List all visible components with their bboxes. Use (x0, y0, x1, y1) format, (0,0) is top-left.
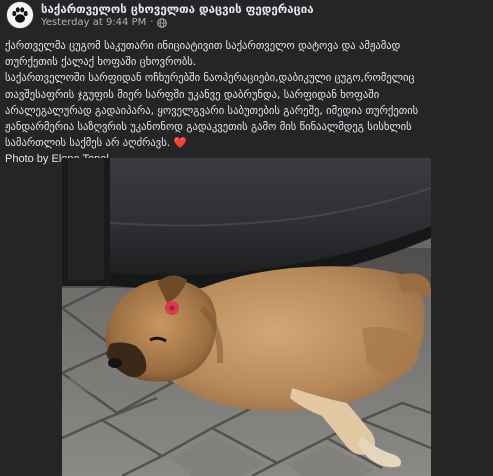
facebook-post: საქართველოს ცხოველთა დაცვის ფედერაცია Ye… (0, 0, 493, 476)
post-text-last-line: სამართლის საქმეს არ აღძრავს. ❤️ (5, 135, 489, 151)
page-name-link[interactable]: საქართველოს ცხოველთა დაცვის ფედერაცია (41, 2, 314, 16)
meta-separator: · (150, 17, 154, 28)
page-avatar[interactable] (6, 1, 34, 29)
post-meta: Yesterday at 9:44 PM · (41, 17, 168, 28)
post-text-line: თურქეთის ქალაქ ხოფაში ცხოვრობს. (5, 56, 197, 69)
post-text-line: ქართველმა ცუგომ საკუთარი ინიციატივით საქ… (5, 40, 401, 52)
post-text-line: თავშესაფრის ჯგუფის მიერ სარფში უკანვე და… (5, 88, 380, 101)
post-text-line: საქართველოში სარფიდან ოჩხურებში ნაოპერაც… (5, 72, 415, 85)
dog-under-car-photo (62, 158, 431, 476)
post-text-line: ჟანდარმერია საზღვრის უკანონოდ გადაკვეთის… (5, 121, 412, 134)
post-timestamp[interactable]: Yesterday at 9:44 PM (41, 17, 146, 28)
post-text-line: არალეგალურად გადაიპარა, ყოველგვარი საბუთ… (5, 104, 419, 117)
post-photo[interactable] (62, 158, 431, 476)
heart-emoji-icon: ❤️ (173, 137, 187, 150)
globe-icon[interactable] (157, 17, 168, 28)
post-message: ქართველმა ცუგომ საკუთარი ინიციატივით საქ… (5, 38, 489, 168)
post-text-line: სამართლის საქმეს არ აღძრავს. (5, 137, 171, 150)
paw-icon (7, 2, 33, 28)
post-header: საქართველოს ცხოველთა დაცვის ფედერაცია Ye… (0, 0, 493, 30)
